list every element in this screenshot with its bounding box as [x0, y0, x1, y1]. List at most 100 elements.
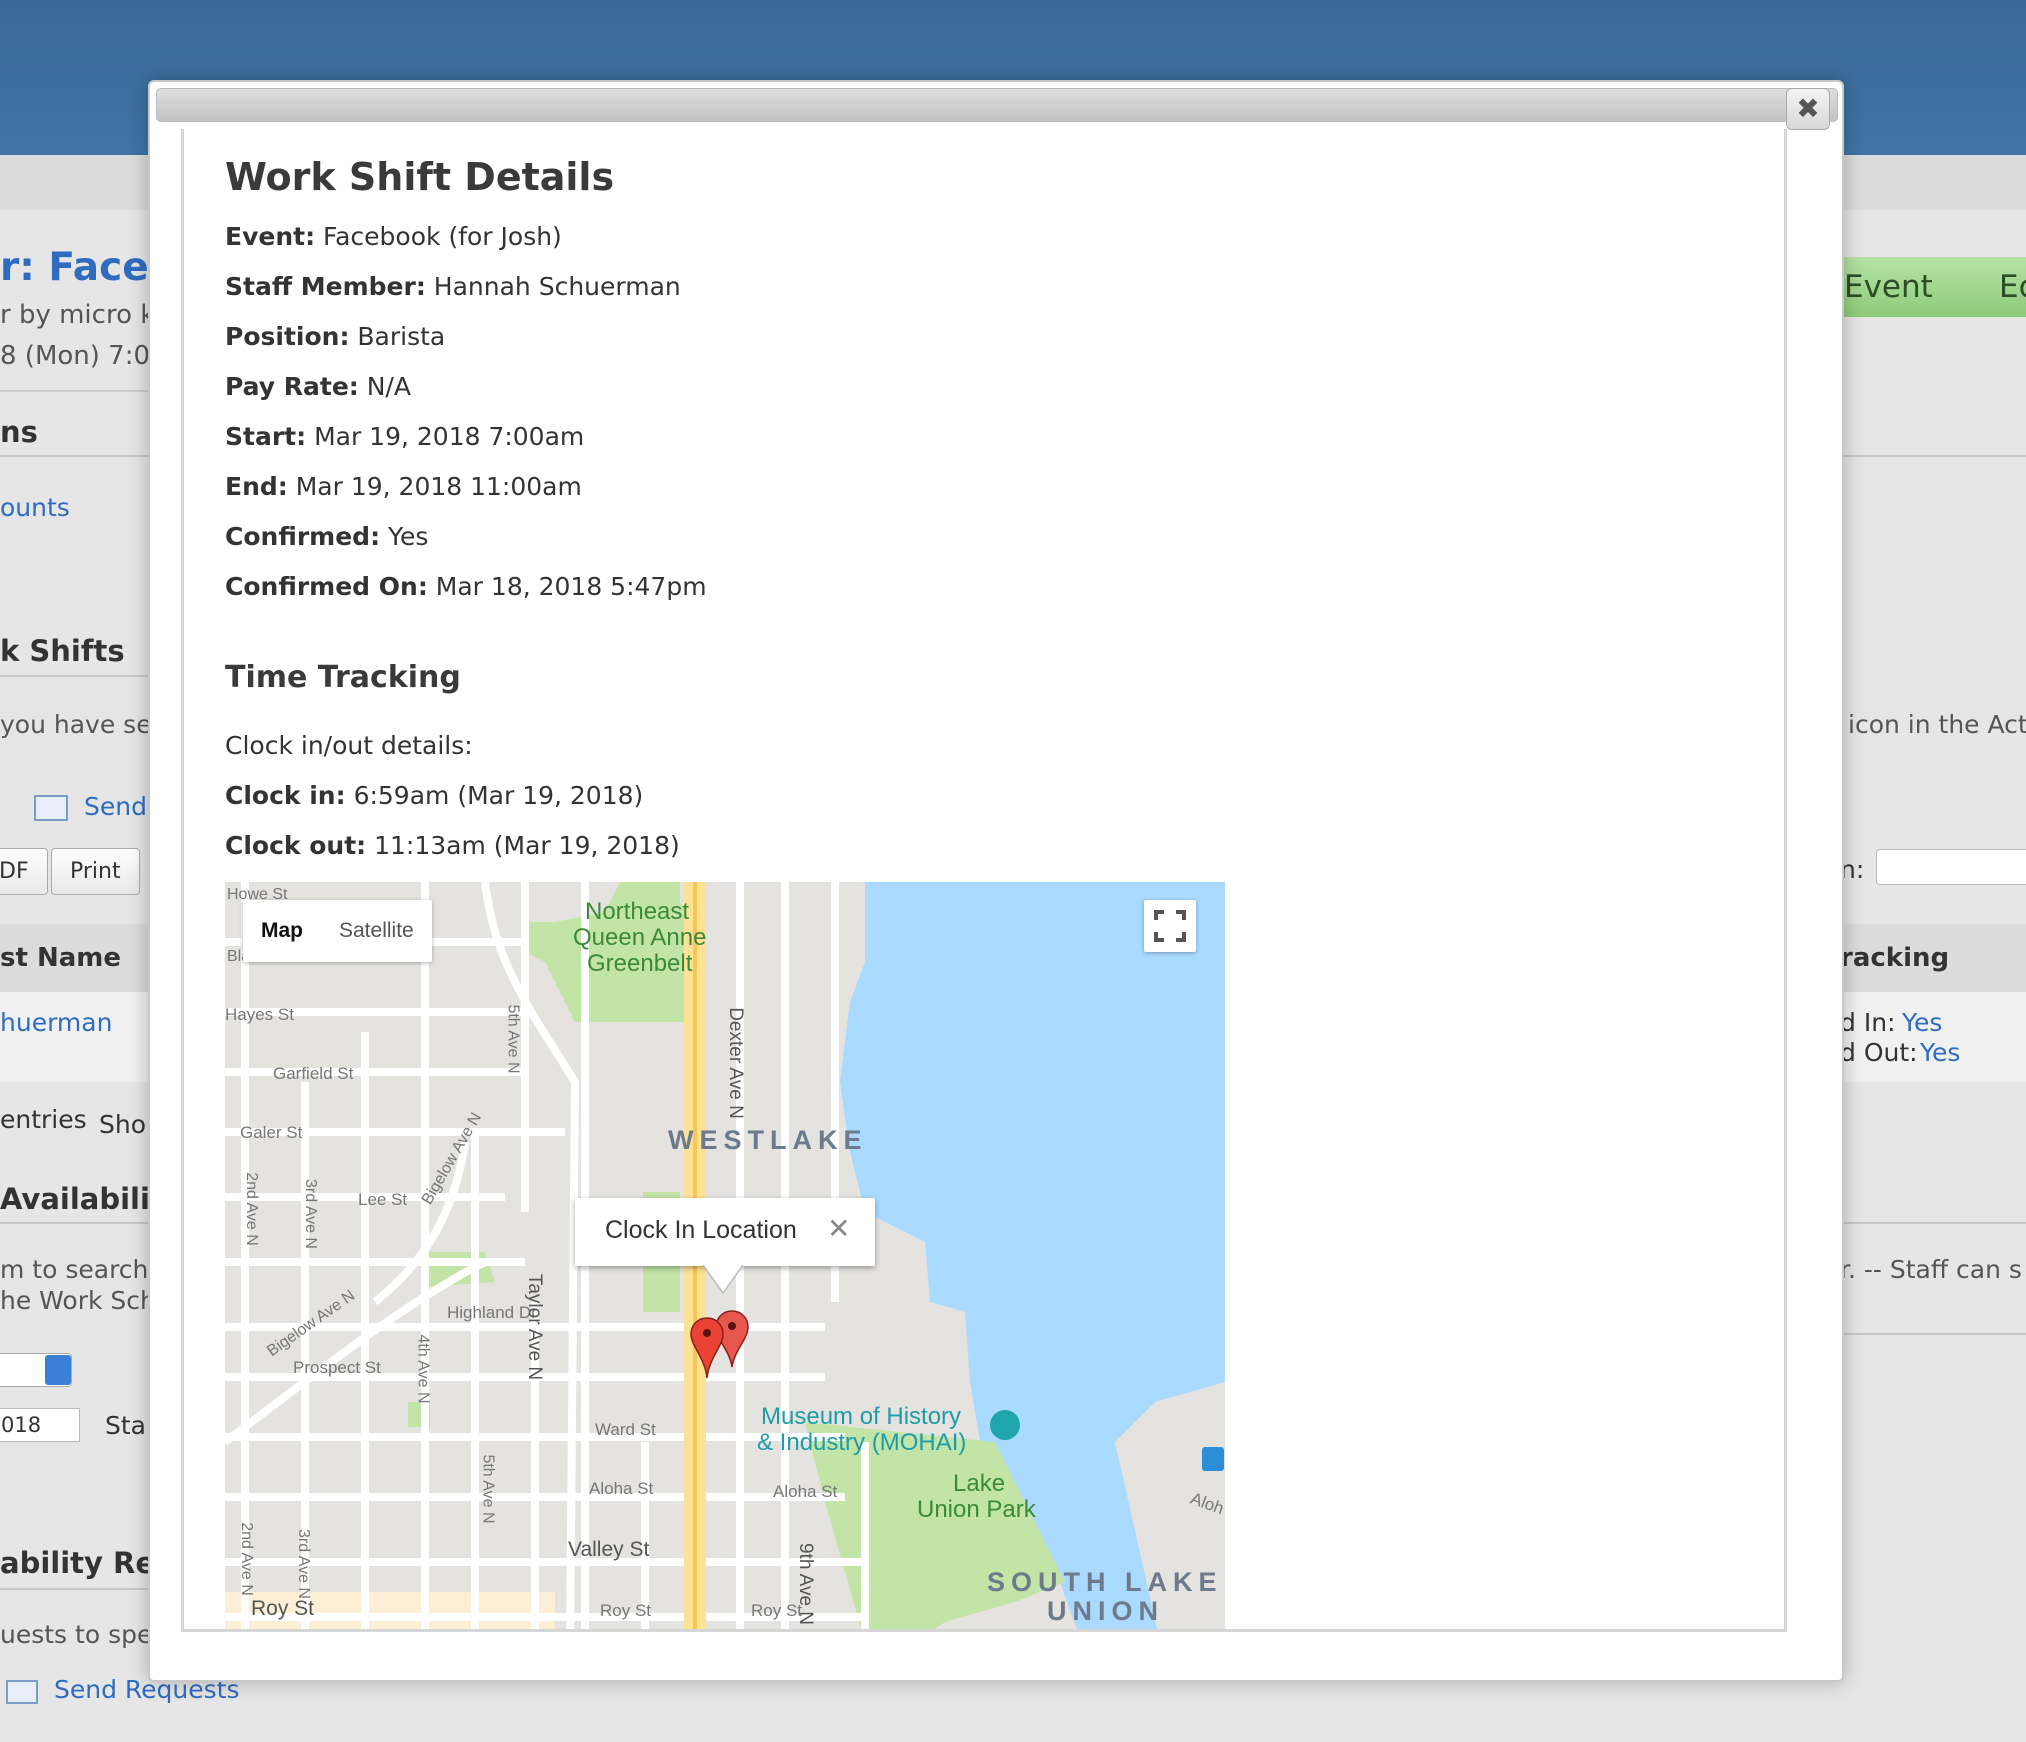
- show-label: Sho: [99, 1110, 147, 1139]
- map-label: 3rd Ave N: [301, 1179, 319, 1249]
- requests-text: uests to spec: [0, 1620, 167, 1649]
- divider: [0, 390, 150, 392]
- map-label: Prospect St: [293, 1358, 381, 1377]
- info-window-tail: [703, 1265, 743, 1295]
- map-label: 2nd Ave N: [237, 1522, 255, 1596]
- map-label: Galer St: [240, 1123, 303, 1142]
- divider: [1840, 455, 2026, 457]
- page-title: Work Shift Details: [225, 155, 615, 199]
- map-label: Museum of History: [761, 1403, 962, 1430]
- chevron-updown-icon: [45, 1355, 71, 1385]
- event-button[interactable]: Event: [1820, 257, 1988, 317]
- clock-in-row: Clock in: 6:59am (Mar 19, 2018): [225, 781, 644, 810]
- clock-details-label: Clock in/out details:: [225, 731, 473, 760]
- entries-label: entries: [0, 1105, 87, 1134]
- divider: [0, 1222, 150, 1224]
- clocked-in-label: d In:: [1840, 1008, 1896, 1037]
- map-label: 9th Ave N: [795, 1542, 817, 1626]
- map-label: 5th Ave N: [504, 1004, 522, 1074]
- send-link[interactable]: Send: [84, 792, 147, 821]
- col-time-tracking[interactable]: racking: [1840, 943, 1949, 973]
- map-label: 3rd Ave N: [294, 1529, 312, 1599]
- park-area: [420, 1252, 495, 1287]
- search-text: m to search: [0, 1255, 149, 1284]
- field-confirmed: Confirmed: Yes: [225, 522, 429, 551]
- event-subtitle: r by micro k: [0, 300, 156, 330]
- col-last-name[interactable]: st Name: [0, 943, 121, 973]
- map-label: Valley St: [568, 1538, 650, 1561]
- field-position: Position: Barista: [225, 322, 446, 351]
- map-label: SOUTH LAKE: [987, 1567, 1223, 1597]
- info-window-close-icon[interactable]: ✕: [827, 1212, 850, 1245]
- search-text-2: he Work Sch: [0, 1286, 156, 1315]
- map-label: WESTLAKE: [668, 1125, 868, 1155]
- info-window: Clock In Location ✕: [575, 1198, 875, 1266]
- modal-content: Work Shift Details Event: Facebook (for …: [181, 129, 1787, 1632]
- staff-can-text: r. -- Staff can s: [1840, 1255, 2022, 1284]
- icon-instruction-text: icon in the Acti: [1848, 710, 2026, 739]
- field-confirmed-on: Confirmed On: Mar 18, 2018 5:47pm: [225, 572, 707, 601]
- map-label: & Industry (MOHAI): [757, 1429, 967, 1456]
- map-label: Aloha St: [589, 1479, 654, 1498]
- pdf-button[interactable]: DF: [0, 848, 48, 895]
- envelope-icon: [34, 795, 68, 821]
- table-row: [0, 992, 150, 1082]
- print-button[interactable]: Print: [51, 848, 140, 895]
- map-label: Roy St: [600, 1601, 652, 1620]
- field-event: Event: Facebook (for Josh): [225, 222, 562, 251]
- map-label: 2nd Ave N: [242, 1172, 260, 1246]
- map-type-map-button[interactable]: Map: [243, 900, 321, 962]
- clocked-out-value[interactable]: Yes: [1920, 1038, 1960, 1067]
- field-pay-rate: Pay Rate: N/A: [225, 372, 411, 401]
- info-window-title: Clock In Location: [605, 1216, 797, 1244]
- fullscreen-button[interactable]: [1144, 900, 1196, 952]
- divider: [0, 675, 150, 677]
- map-type-control: Map Satellite: [243, 900, 432, 962]
- staff-name-link[interactable]: huerman: [0, 1008, 112, 1037]
- clock-in-map[interactable]: Howe St Blaine St Hayes St Garfield St G…: [225, 882, 1225, 1629]
- map-label: Garfield St: [273, 1064, 354, 1083]
- clocked-out-label: d Out:: [1840, 1038, 1918, 1067]
- divider: [0, 455, 150, 457]
- field-start: Start: Mar 19, 2018 7:00am: [225, 422, 585, 451]
- time-tracking-title: Time Tracking: [225, 660, 461, 695]
- edit-button[interactable]: Ec: [1975, 257, 2026, 317]
- instruction-text: you have sel: [0, 710, 159, 739]
- availability-header: Availabili: [0, 1182, 150, 1216]
- accounts-link[interactable]: ounts: [0, 493, 70, 522]
- map-label: Taylor Ave N: [524, 1273, 546, 1381]
- work-shift-modal: ✖ Work Shift Details Event: Facebook (fo…: [148, 80, 1844, 1682]
- museum-icon[interactable]: [990, 1410, 1020, 1440]
- transit-icon[interactable]: [1202, 1447, 1224, 1471]
- divider: [1840, 1222, 2026, 1224]
- date-input[interactable]: 018: [0, 1408, 80, 1442]
- section-header: ns: [0, 415, 38, 449]
- envelope-icon: [6, 1680, 38, 1704]
- map-label: Northeast: [585, 898, 690, 925]
- modal-titlebar[interactable]: [156, 88, 1838, 122]
- select-dropdown[interactable]: [0, 1353, 72, 1387]
- map-label: 5th Ave N: [479, 1454, 497, 1524]
- availability-requests-header: ability Re: [0, 1546, 156, 1580]
- map-label: Union Park: [917, 1496, 1036, 1523]
- close-icon[interactable]: ✖: [1786, 88, 1830, 130]
- map-label: Lee St: [358, 1190, 408, 1209]
- map-label: Hayes St: [225, 1005, 294, 1024]
- fullscreen-icon: [1154, 910, 1186, 942]
- table-search-input[interactable]: [1876, 849, 2026, 885]
- map-label: 4th Ave N: [414, 1334, 432, 1404]
- event-date: 8 (Mon) 7:0: [0, 341, 151, 371]
- table-row: [1840, 992, 2026, 1082]
- map-marker-icon[interactable]: [677, 1314, 737, 1394]
- clocked-in-value[interactable]: Yes: [1902, 1008, 1942, 1037]
- map-type-satellite-button[interactable]: Satellite: [321, 900, 432, 962]
- divider: [0, 1588, 150, 1590]
- map-label: Queen Anne: [573, 924, 707, 951]
- field-staff-member: Staff Member: Hannah Schuerman: [225, 272, 681, 301]
- work-shifts-header: k Shifts: [0, 634, 125, 668]
- map-label: Aloha St: [773, 1482, 838, 1501]
- map-label: Ward St: [595, 1420, 656, 1439]
- map-label: Greenbelt: [587, 950, 693, 977]
- status-label: Sta: [105, 1411, 146, 1440]
- field-end: End: Mar 19, 2018 11:00am: [225, 472, 582, 501]
